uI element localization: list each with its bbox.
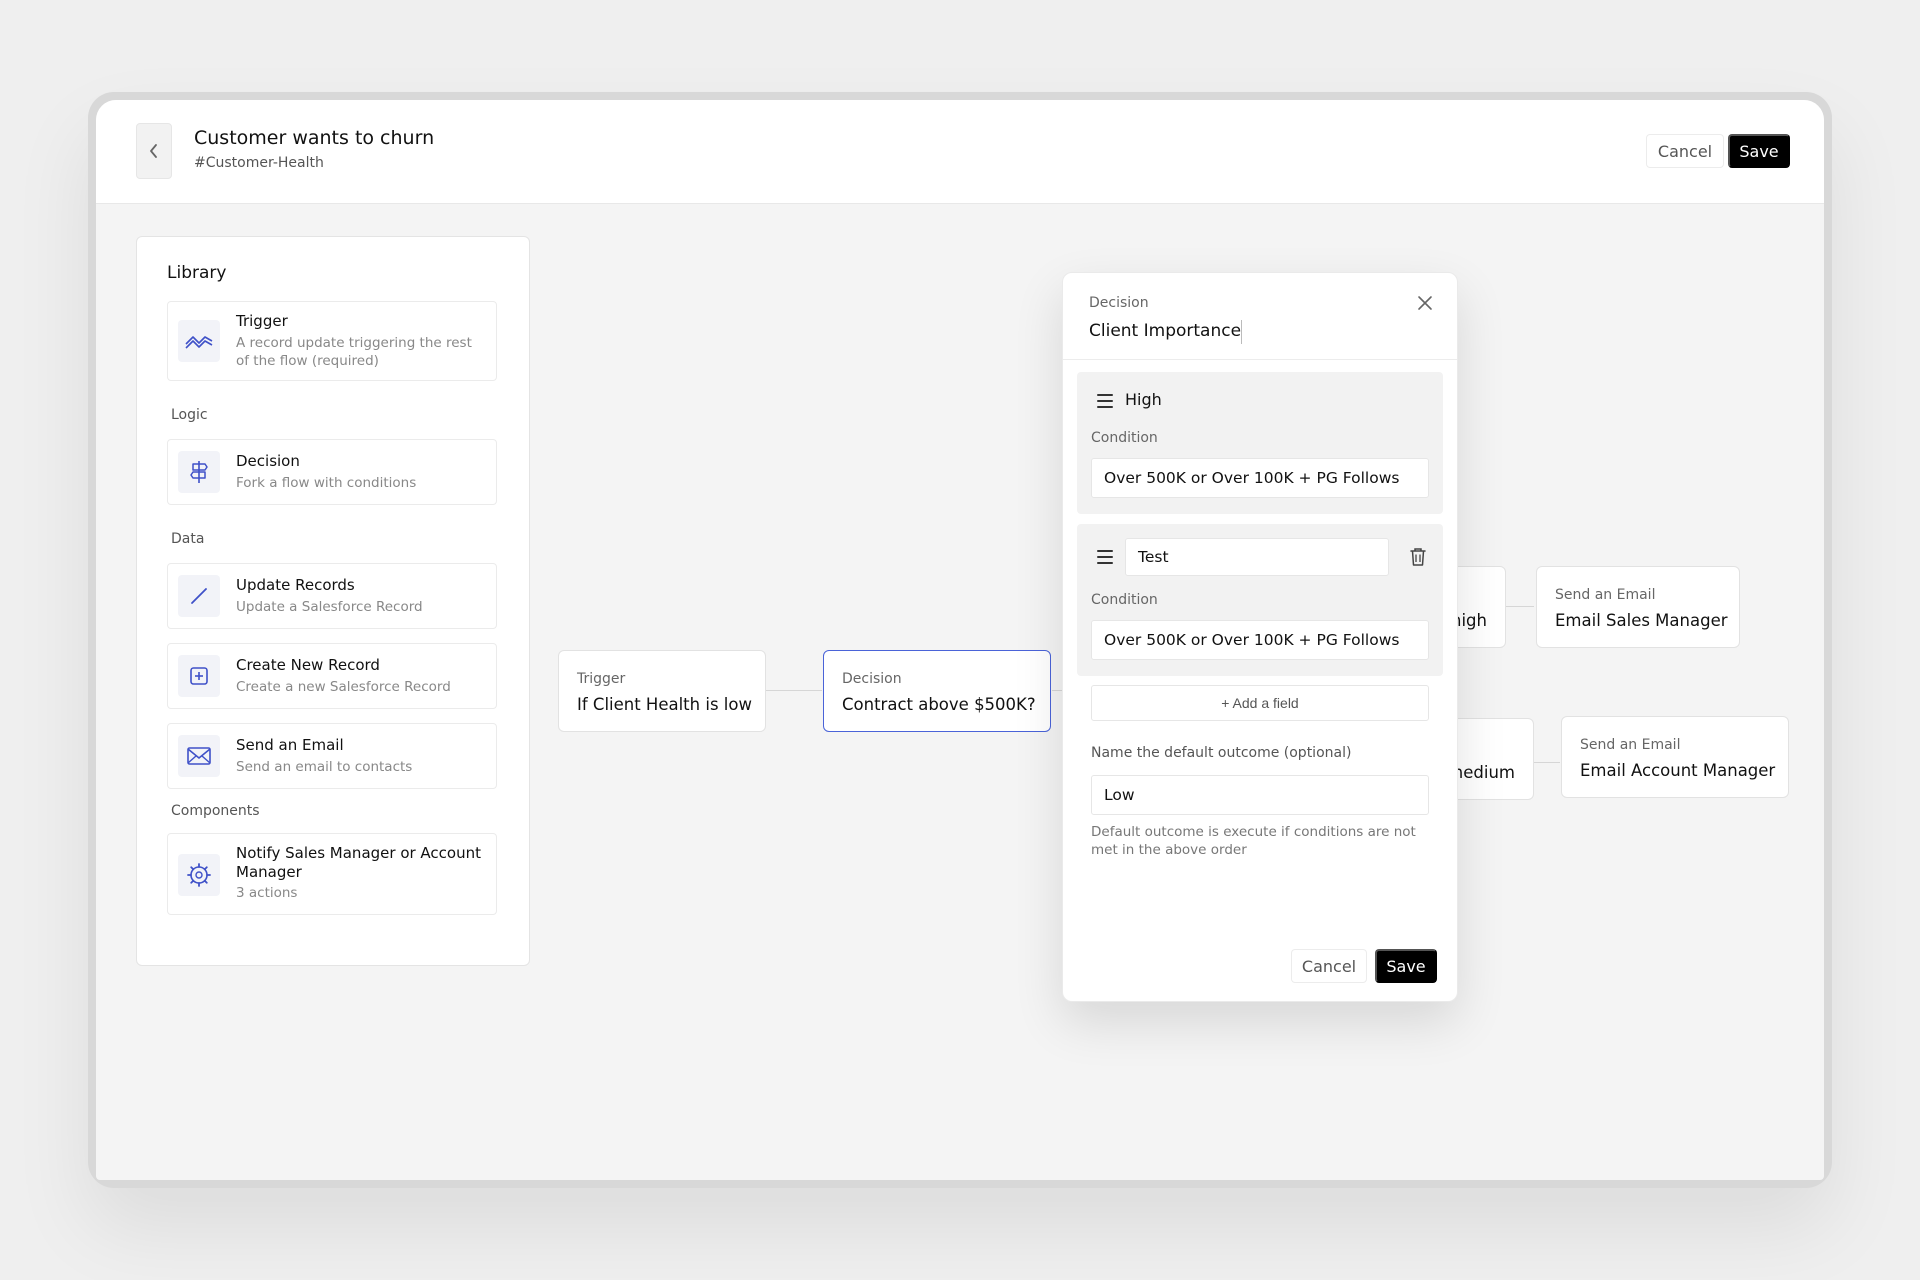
connector-line: [1534, 762, 1560, 763]
library-title: Library: [167, 263, 227, 283]
condition-input[interactable]: Over 500K or Over 100K + PG Follows: [1091, 458, 1429, 498]
trend-icon: [178, 320, 220, 362]
close-button[interactable]: [1413, 291, 1437, 315]
node-type-label: Send an Email: [1555, 587, 1656, 603]
node-type-label: Trigger: [577, 671, 626, 687]
node-label: If Client Health is low: [577, 695, 752, 714]
outcome-card-test: Test Condition Over 500K or Over 100K + …: [1077, 524, 1443, 676]
default-outcome-input[interactable]: Low: [1091, 775, 1429, 815]
node-type-label: Decision: [842, 671, 902, 687]
default-outcome-label: Name the default outcome (optional): [1091, 745, 1352, 761]
node-label: Contract above $500K?: [842, 695, 1036, 714]
header-cancel-button[interactable]: Cancel: [1646, 134, 1724, 168]
outcome-name-input[interactable]: Test: [1125, 538, 1389, 576]
library-item-component[interactable]: Notify Sales Manager or Account Manager …: [167, 833, 497, 915]
connector-line: [1506, 606, 1534, 607]
decision-modal: Decision Client Importance High Conditio…: [1062, 272, 1458, 1002]
drag-handle-icon[interactable]: [1097, 394, 1113, 408]
modal-title-input[interactable]: Client Importance: [1089, 321, 1241, 341]
library-item-desc: Update a Salesforce Record: [236, 599, 423, 615]
library-item-trigger[interactable]: Trigger A record update triggering the r…: [167, 301, 497, 381]
section-label-logic: Logic: [171, 407, 208, 423]
library-item-name: Trigger: [236, 312, 288, 330]
library-item-desc: Fork a flow with conditions: [236, 475, 417, 491]
library-item-name: Send an Email: [236, 736, 344, 754]
modal-save-button[interactable]: Save: [1375, 949, 1437, 983]
library-item-name: Decision: [236, 452, 300, 470]
section-label-data: Data: [171, 531, 205, 547]
back-button[interactable]: [136, 123, 172, 179]
pencil-icon: [178, 575, 220, 617]
library-item-name: Update Records: [236, 576, 355, 594]
library-item-create-record[interactable]: Create New Record Create a new Salesforc…: [167, 643, 497, 709]
flow-node-trigger[interactable]: Trigger If Client Health is low: [558, 650, 766, 732]
node-label: Email Account Manager: [1580, 761, 1776, 780]
library-item-desc: Create a new Salesforce Record: [236, 679, 451, 695]
library-item-decision[interactable]: Decision Fork a flow with conditions: [167, 439, 497, 505]
library-item-send-email[interactable]: Send an Email Send an email to contacts: [167, 723, 497, 789]
outcome-name: High: [1125, 390, 1162, 409]
library-item-name: Create New Record: [236, 656, 380, 674]
add-field-button[interactable]: + Add a field: [1091, 685, 1429, 721]
node-type-label: Send an Email: [1580, 737, 1681, 753]
page-subtitle: #Customer-Health: [194, 155, 324, 171]
library-panel: Library Trigger A record update triggeri…: [136, 236, 530, 966]
app-window: Customer wants to churn #Customer-Health…: [96, 100, 1824, 1180]
text-caret: [1241, 320, 1242, 344]
library-item-desc: A record update triggering the rest of t…: [236, 335, 472, 369]
condition-label: Condition: [1091, 430, 1158, 446]
node-label: Email Sales Manager: [1555, 611, 1728, 630]
modal-cancel-button[interactable]: Cancel: [1291, 949, 1367, 983]
library-item-desc: Send an email to contacts: [236, 759, 413, 775]
divider: [1063, 359, 1457, 360]
drag-handle-icon[interactable]: [1097, 550, 1113, 564]
outcome-card-high: High Condition Over 500K or Over 100K + …: [1077, 372, 1443, 514]
chevron-left-icon: [150, 144, 157, 158]
envelope-icon: [178, 735, 220, 777]
top-header: Customer wants to churn #Customer-Health…: [96, 100, 1824, 204]
header-save-button[interactable]: Save: [1728, 134, 1790, 168]
library-item-name: Notify Sales Manager or Account Manager: [236, 844, 481, 881]
plus-square-icon: [178, 655, 220, 697]
page-title: Customer wants to churn: [194, 127, 435, 149]
default-outcome-help: Default outcome is execute if conditions…: [1091, 824, 1416, 858]
condition-label: Condition: [1091, 592, 1158, 608]
flow-node-email-account[interactable]: Send an Email Email Account Manager: [1561, 716, 1789, 798]
close-icon: [1418, 296, 1432, 310]
trash-icon[interactable]: [1407, 546, 1429, 568]
library-item-update-records[interactable]: Update Records Update a Salesforce Recor…: [167, 563, 497, 629]
connector-line: [766, 690, 822, 691]
condition-input[interactable]: Over 500K or Over 100K + PG Follows: [1091, 620, 1429, 660]
section-label-components: Components: [171, 803, 260, 819]
flow-node-email-sales[interactable]: Send an Email Email Sales Manager: [1536, 566, 1740, 648]
gear-icon: [178, 854, 220, 896]
modal-kicker: Decision: [1089, 295, 1149, 311]
flow-node-decision[interactable]: Decision Contract above $500K?: [823, 650, 1051, 732]
library-item-desc: 3 actions: [236, 885, 298, 901]
signpost-icon: [178, 451, 220, 493]
